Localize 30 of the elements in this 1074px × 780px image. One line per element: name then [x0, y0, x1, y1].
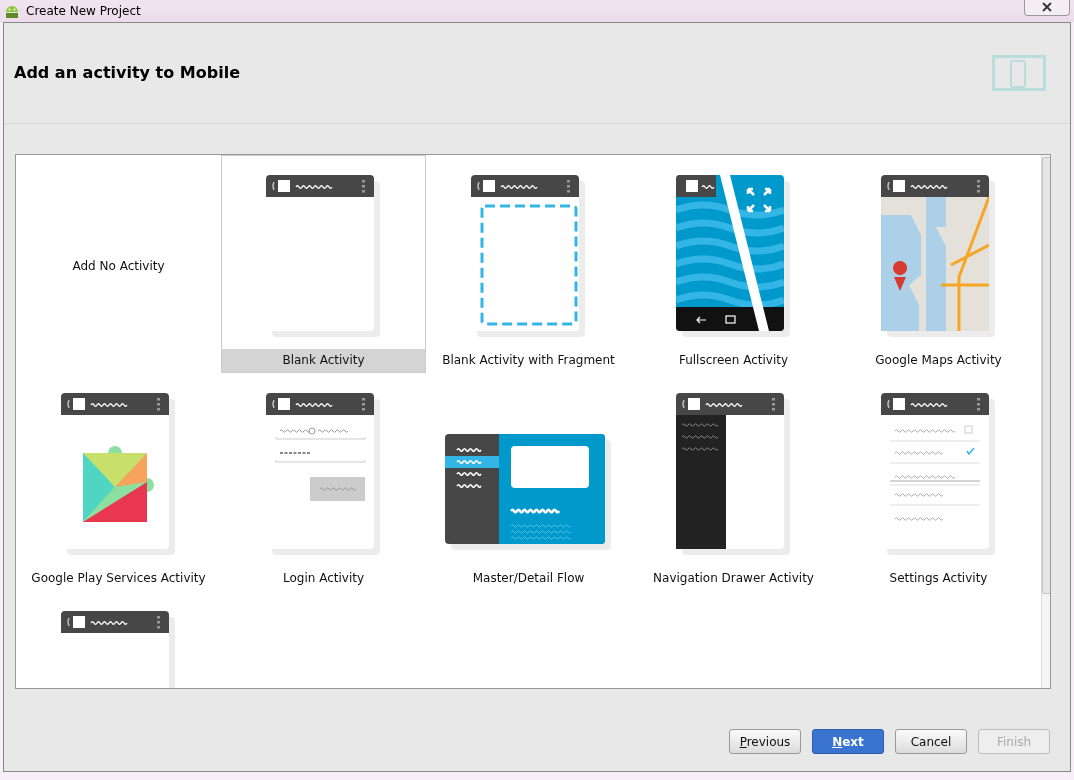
window-title: Create New Project: [26, 4, 141, 18]
template-label: Google Play Services Activity: [30, 570, 207, 587]
android-icon: [4, 3, 20, 19]
dialog-button[interactable]: Previous: [729, 729, 801, 754]
template-label: Blank Activity with Fragment: [441, 352, 616, 369]
template-label: Add No Activity: [71, 258, 166, 273]
template-label: Navigation Drawer Activity: [652, 570, 815, 587]
template-item[interactable]: Master/Detail Flow: [426, 373, 631, 591]
template-item[interactable]: Add No Activity: [16, 155, 221, 373]
template-item[interactable]: Blank Activity with Fragment: [426, 155, 631, 373]
close-icon: [1042, 1, 1052, 12]
template-item[interactable]: Google Play Services Activity: [16, 373, 221, 591]
template-label: Fullscreen Activity: [677, 352, 790, 369]
device-icon: [992, 55, 1046, 91]
template-label: Login Activity: [281, 570, 366, 587]
close-button[interactable]: [1024, 0, 1070, 16]
template-item[interactable]: Google Maps Activity: [836, 155, 1041, 373]
template-label: Blank Activity: [222, 349, 425, 372]
template-label: Master/Detail Flow: [471, 570, 586, 587]
template-item[interactable]: Navigation Drawer Activity: [631, 373, 836, 591]
dialog-button[interactable]: Next: [812, 729, 884, 754]
template-label: Google Maps Activity: [874, 352, 1003, 369]
template-item[interactable]: Login Activity: [221, 373, 426, 591]
dialog-button[interactable]: Cancel: [895, 729, 967, 754]
template-item[interactable]: Fullscreen Activity: [631, 155, 836, 373]
template-label: Settings Activity: [888, 570, 989, 587]
template-item[interactable]: Settings Activity: [836, 373, 1041, 591]
scrollbar[interactable]: [1041, 155, 1050, 688]
template-item[interactable]: Blank Activity: [221, 155, 426, 373]
page-heading: Add an activity to Mobile: [14, 62, 240, 82]
